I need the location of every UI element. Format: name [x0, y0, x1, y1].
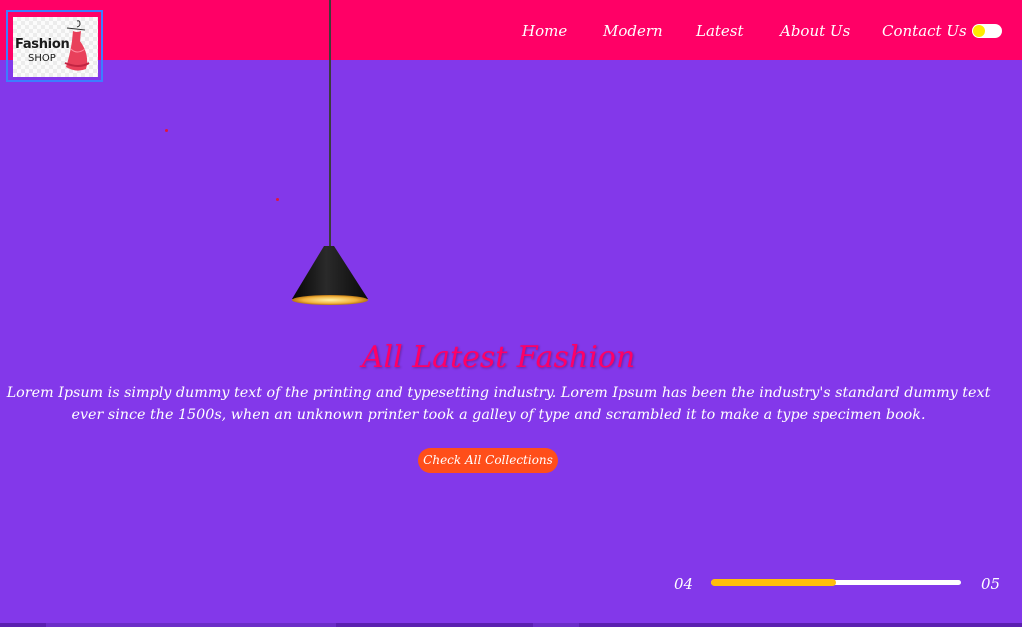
slide-total-number: 05: [981, 575, 1001, 593]
nav-latest[interactable]: Latest: [696, 22, 744, 40]
nav-contact-us[interactable]: Contact Us: [882, 22, 967, 40]
nav-modern[interactable]: Modern: [603, 22, 663, 40]
slide-progress-bar[interactable]: [711, 579, 961, 586]
hero-title: All Latest Fashion: [361, 340, 636, 375]
lamp-icon: [292, 246, 368, 305]
bottom-scrollbar: [0, 623, 1022, 627]
toggle-knob: [973, 25, 985, 37]
theme-toggle-switch[interactable]: [972, 24, 1002, 38]
top-navbar: [0, 0, 1022, 60]
logo-text-fashion: Fashion: [15, 37, 70, 52]
hero-description: Lorem Ipsum is simply dummy text of the …: [6, 385, 991, 423]
nav-about-us[interactable]: About Us: [780, 22, 850, 40]
nav-home[interactable]: Home: [522, 22, 567, 40]
slide-current-number: 04: [674, 575, 694, 593]
decorative-dot: [165, 129, 168, 132]
check-collections-button[interactable]: Check All Collections: [418, 448, 558, 473]
logo-link[interactable]: Fashion SHOP: [6, 10, 103, 82]
logo-text-shop: SHOP: [28, 53, 56, 64]
fashion-shop-logo: Fashion SHOP: [13, 17, 98, 77]
decorative-dot: [276, 198, 279, 201]
lamp-cord: [329, 0, 331, 248]
slide-progress-fill: [711, 579, 836, 586]
